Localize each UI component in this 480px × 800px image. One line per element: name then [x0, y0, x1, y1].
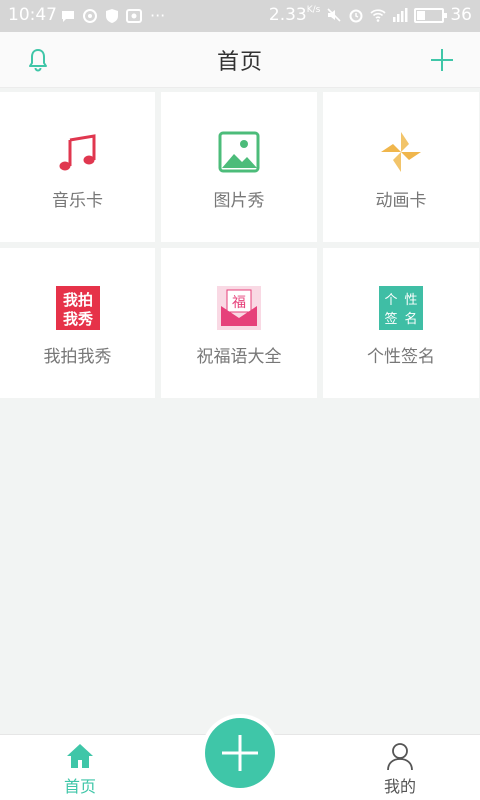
tab-home[interactable]: 首页: [40, 741, 120, 797]
tile-label: 祝福语大全: [196, 347, 282, 367]
home-icon: [67, 744, 93, 768]
battery-icon: [414, 7, 448, 23]
create-fab-button[interactable]: [205, 718, 275, 788]
svg-text:名: 名: [404, 311, 417, 327]
tab-mine-label: 我的: [383, 777, 416, 796]
status-time: 10:47: [8, 5, 57, 25]
add-icon[interactable]: [428, 46, 456, 74]
status-right: 2.33K/s 36: [269, 5, 472, 25]
network-speed: 2.33K/s: [268, 5, 321, 25]
tile-wopaiwoxiu[interactable]: 我拍 我秀 我拍我秀: [0, 248, 155, 398]
swirl-app-icon: [83, 9, 97, 23]
wopaiwoxiu-logo-icon: 我拍 我秀: [55, 286, 100, 330]
svg-text:个: 个: [384, 293, 397, 308]
tab-mine[interactable]: 我的: [360, 741, 440, 797]
tile-animation-card[interactable]: 动画卡: [323, 92, 479, 242]
tile-label: 动画卡: [375, 191, 427, 211]
page-title: 首页: [216, 50, 263, 75]
empty-content-area: [0, 400, 480, 734]
tile-label: 我拍我秀: [43, 347, 112, 367]
music-note-icon: [59, 134, 95, 171]
alarm-icon: [349, 9, 363, 23]
shield-icon: [106, 9, 118, 23]
plus-icon: [222, 735, 258, 771]
app-header: 首页: [0, 32, 480, 88]
tile-label: 个性签名: [367, 347, 435, 367]
more-notifications-icon: ···: [150, 6, 166, 25]
svg-text:性: 性: [404, 293, 417, 308]
tile-music-card[interactable]: 音乐卡: [0, 92, 155, 242]
svg-text:我拍: 我拍: [62, 291, 92, 309]
signal-icon: [393, 8, 408, 22]
user-icon: [387, 743, 413, 771]
feature-grid: 音乐卡 图片秀 动画卡 我拍 我秀 我拍我秀 福 祝福语大全 个 性 签 名 个…: [0, 92, 480, 398]
mute-icon: [327, 8, 341, 22]
tile-label: 音乐卡: [52, 191, 103, 211]
status-bar: 10:47 ··· 2.33K/s 36: [0, 0, 480, 32]
tile-label: 图片秀: [213, 191, 265, 211]
tile-blessings[interactable]: 福 祝福语大全: [161, 248, 317, 398]
image-icon: [218, 131, 260, 173]
signature-logo-icon: 个 性 签 名: [379, 286, 423, 330]
tile-signature[interactable]: 个 性 签 名 个性签名: [323, 248, 479, 398]
notification-icons: ···: [60, 8, 165, 24]
blessing-envelope-icon: 福: [217, 286, 261, 330]
svg-text:签: 签: [384, 311, 397, 327]
tile-photo-show[interactable]: 图片秀: [161, 92, 317, 242]
tab-home-label: 首页: [63, 777, 96, 796]
svg-text:我秀: 我秀: [62, 310, 93, 328]
pinwheel-icon: [381, 132, 421, 172]
message-icon: [62, 11, 74, 22]
wifi-icon: [370, 9, 386, 22]
battery-level: 36: [450, 5, 472, 25]
svg-text:福: 福: [232, 295, 246, 311]
gallery-icon: [126, 9, 142, 23]
